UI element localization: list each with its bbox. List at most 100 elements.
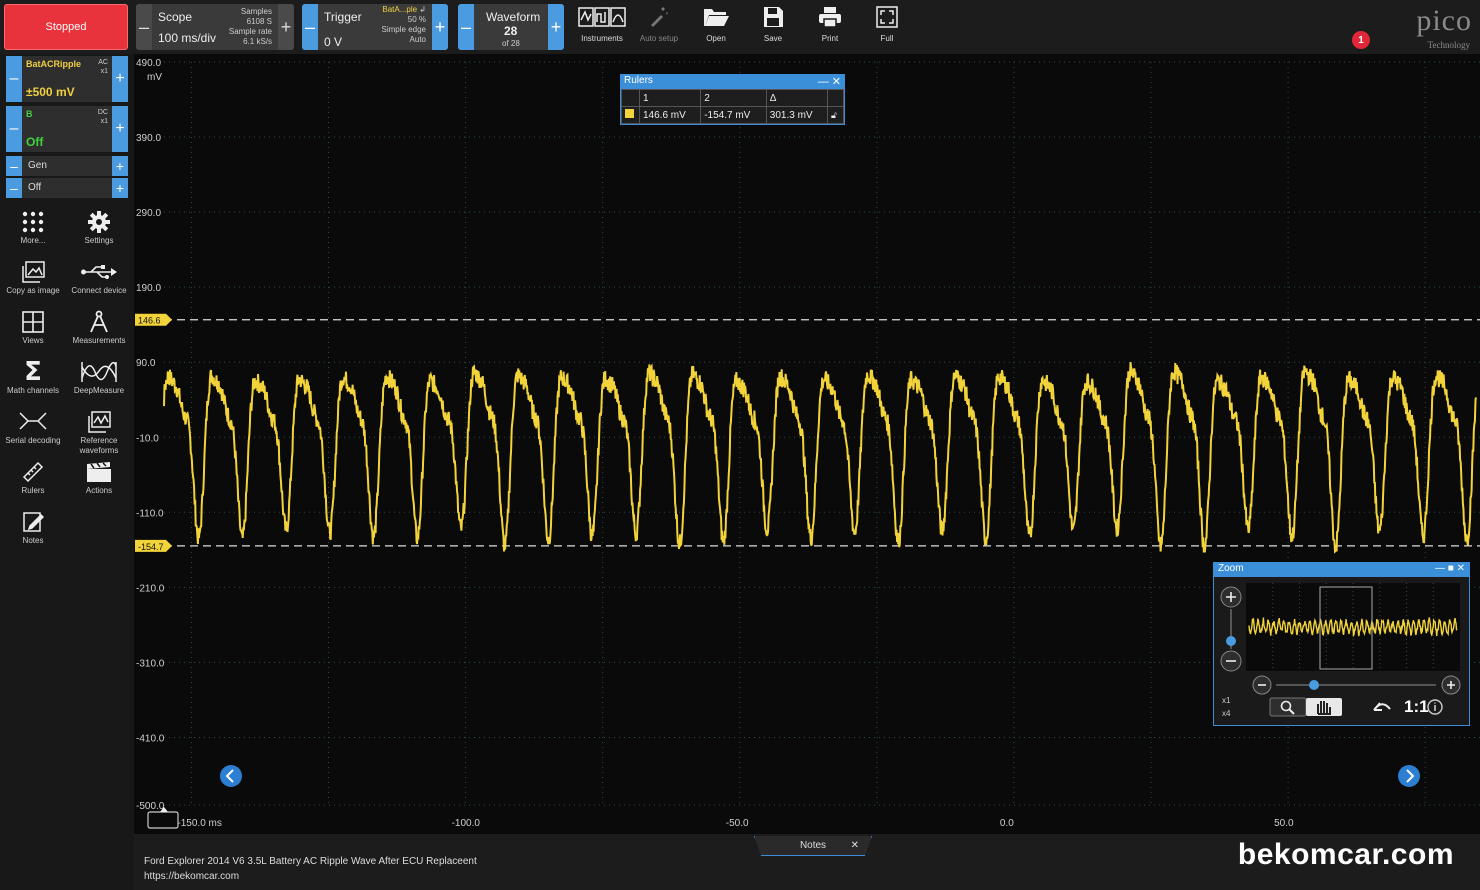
timebase-decrease-button[interactable]: – xyxy=(136,4,152,50)
vertical-zoom-handle[interactable] xyxy=(1226,636,1236,646)
print-icon xyxy=(802,4,858,30)
channel-a-name[interactable]: BatACRipple xyxy=(26,59,81,69)
channel-b-control[interactable]: – B DC x1 Off + xyxy=(6,106,128,152)
close-icon[interactable]: ✕ xyxy=(832,76,841,88)
trigger-source[interactable]: BatA...ple xyxy=(382,5,417,14)
generator-state-decrease[interactable]: – xyxy=(6,178,22,198)
zoom-tool-button[interactable] xyxy=(1269,697,1307,717)
folder-open-icon xyxy=(688,4,744,30)
minimize-icon[interactable]: — xyxy=(1435,563,1445,574)
scroll-right-button[interactable] xyxy=(1397,764,1421,788)
lock-icon[interactable]: 🔓︎ xyxy=(831,110,837,120)
x-tick-label: 0.0 xyxy=(1000,818,1014,829)
serial-decoding-label: Serial decoding xyxy=(5,436,61,445)
copy-as-image-button[interactable]: Copy as image xyxy=(1,258,65,296)
generator-row[interactable]: – Gen + xyxy=(6,156,128,176)
rising-edge-icon: ↲ xyxy=(419,5,426,14)
serial-decoding-button[interactable]: Serial decoding xyxy=(1,408,65,446)
samples-value[interactable]: 6108 S xyxy=(229,17,272,27)
channel-a-range-increase[interactable]: + xyxy=(112,56,128,102)
reference-waveforms-button[interactable]: Reference waveforms xyxy=(67,408,131,456)
fullscreen-button[interactable]: Full xyxy=(859,4,915,48)
measurements-label: Measurements xyxy=(72,336,126,345)
save-button[interactable]: Save xyxy=(745,4,801,48)
notes-label: Notes xyxy=(22,536,44,545)
rulers-window[interactable]: Rulers — ✕ 1 2 Δ 146.6 mV -154.7 mV 301.… xyxy=(620,74,845,125)
generator-state-row[interactable]: – Off + xyxy=(6,178,128,198)
run-stop-button[interactable]: Stopped xyxy=(4,4,128,50)
rulers-window-header[interactable]: Rulers — ✕ xyxy=(621,75,844,89)
channel-a-coupling[interactable]: AC xyxy=(98,58,108,67)
channel-b-name[interactable]: B xyxy=(26,109,33,119)
more-button[interactable]: More... xyxy=(1,208,65,246)
zoom-overview-window[interactable]: Zoom — ■ ✕ x1 x4 1:1 xyxy=(1213,562,1470,726)
channel-b-range[interactable]: Off xyxy=(26,135,43,149)
rulers-label: Rulers xyxy=(21,486,45,495)
notes-button[interactable]: Notes xyxy=(1,508,65,546)
trigger-type[interactable]: Simple edge xyxy=(382,25,426,35)
rulers-button[interactable]: Rulers xyxy=(1,458,65,496)
channel-b-range-increase[interactable]: + xyxy=(112,106,128,152)
settings-label: Settings xyxy=(84,236,114,245)
connect-device-button[interactable]: Connect device xyxy=(67,258,131,296)
generator-decrease[interactable]: – xyxy=(6,156,22,176)
rulers-table: 1 2 Δ 146.6 mV -154.7 mV 301.3 mV 🔓︎ xyxy=(621,89,844,124)
waveform-previous-button[interactable]: – xyxy=(458,4,474,50)
horizontal-zoom-handle[interactable] xyxy=(1309,680,1319,690)
trigger-decrease-button[interactable]: – xyxy=(302,4,318,50)
settings-button[interactable]: Settings xyxy=(67,208,131,246)
zoom-window-title: Zoom xyxy=(1218,563,1244,574)
serial-decoding-icon xyxy=(1,408,65,436)
zoom-window-header[interactable]: Zoom — ■ ✕ xyxy=(1214,563,1469,577)
auto-setup-button[interactable]: Auto setup xyxy=(631,4,687,48)
scope-label: Scope xyxy=(158,10,193,24)
channel-b-coupling[interactable]: DC xyxy=(98,108,108,117)
waveform-next-button[interactable]: + xyxy=(548,4,564,50)
math-channels-button[interactable]: Σ Math channels xyxy=(1,357,65,396)
ruler-delta-value: 301.3 mV xyxy=(765,106,829,124)
close-icon[interactable]: ✕ xyxy=(851,840,859,851)
trigger-increase-button[interactable]: + xyxy=(432,4,448,50)
zoom-x4-label: x4 xyxy=(1222,709,1231,718)
zoom-ratio[interactable]: 1:1 xyxy=(1404,697,1429,717)
note-line-2[interactable]: https://bekomcar.com xyxy=(144,871,239,882)
y-tick-label: 290.0 xyxy=(136,208,161,219)
trigger-mode[interactable]: Auto xyxy=(382,35,426,45)
notes-tab[interactable]: Notes ✕ xyxy=(754,836,872,856)
actions-button[interactable]: Actions xyxy=(67,458,131,496)
channel-a-control[interactable]: – BatACRipple AC x1 ±500 mV + xyxy=(6,56,128,102)
reference-waveforms-icon xyxy=(67,408,131,436)
open-button[interactable]: Open xyxy=(688,4,744,48)
instruments-button[interactable]: Instruments xyxy=(574,4,630,48)
run-state-label: Stopped xyxy=(45,21,87,33)
measurements-button[interactable]: Measurements xyxy=(67,308,131,346)
timebase-increase-button[interactable]: + xyxy=(278,4,294,50)
generator-state-increase[interactable]: + xyxy=(112,178,128,198)
alert-badge[interactable]: 1 xyxy=(1352,31,1370,49)
undo-zoom-icon[interactable] xyxy=(1373,702,1391,711)
trigger-position-marker[interactable] xyxy=(147,806,181,830)
open-label: Open xyxy=(706,34,726,43)
timebase-value[interactable]: 100 ms/div xyxy=(158,31,216,45)
left-sidebar: – BatACRipple AC x1 ±500 mV + – B DC x1 Of… xyxy=(0,54,134,890)
sigma-icon: Σ xyxy=(24,357,42,387)
channel-a-range-decrease[interactable]: – xyxy=(6,56,22,102)
waveform-number[interactable]: 28 xyxy=(504,24,517,38)
trigger-level[interactable]: 0 V xyxy=(324,35,342,49)
trigger-control: – Trigger 0 V BatA...ple ↲ 50 % Simple e… xyxy=(302,4,448,50)
views-button[interactable]: Views xyxy=(1,308,65,346)
waveform-label: Waveform xyxy=(486,10,541,24)
close-icon[interactable]: ✕ xyxy=(1457,563,1465,574)
minimize-icon[interactable]: — xyxy=(818,76,829,88)
note-line-1[interactable]: Ford Explorer 2014 V6 3.5L Battery AC Ri… xyxy=(144,856,477,867)
scroll-left-button[interactable] xyxy=(219,764,243,788)
zoom-overview-chart[interactable] xyxy=(1214,577,1469,725)
deepmeasure-button[interactable]: DeepMeasure xyxy=(67,358,131,396)
print-button[interactable]: Print xyxy=(802,4,858,48)
math-channels-label: Math channels xyxy=(6,386,60,395)
channel-b-range-decrease[interactable]: – xyxy=(6,106,22,152)
channel-a-range[interactable]: ±500 mV xyxy=(26,85,75,99)
generator-increase[interactable]: + xyxy=(112,156,128,176)
maximize-icon[interactable]: ■ xyxy=(1448,563,1454,574)
notes-panel: Notes ✕ Ford Explorer 2014 V6 3.5L Batte… xyxy=(134,834,1480,890)
